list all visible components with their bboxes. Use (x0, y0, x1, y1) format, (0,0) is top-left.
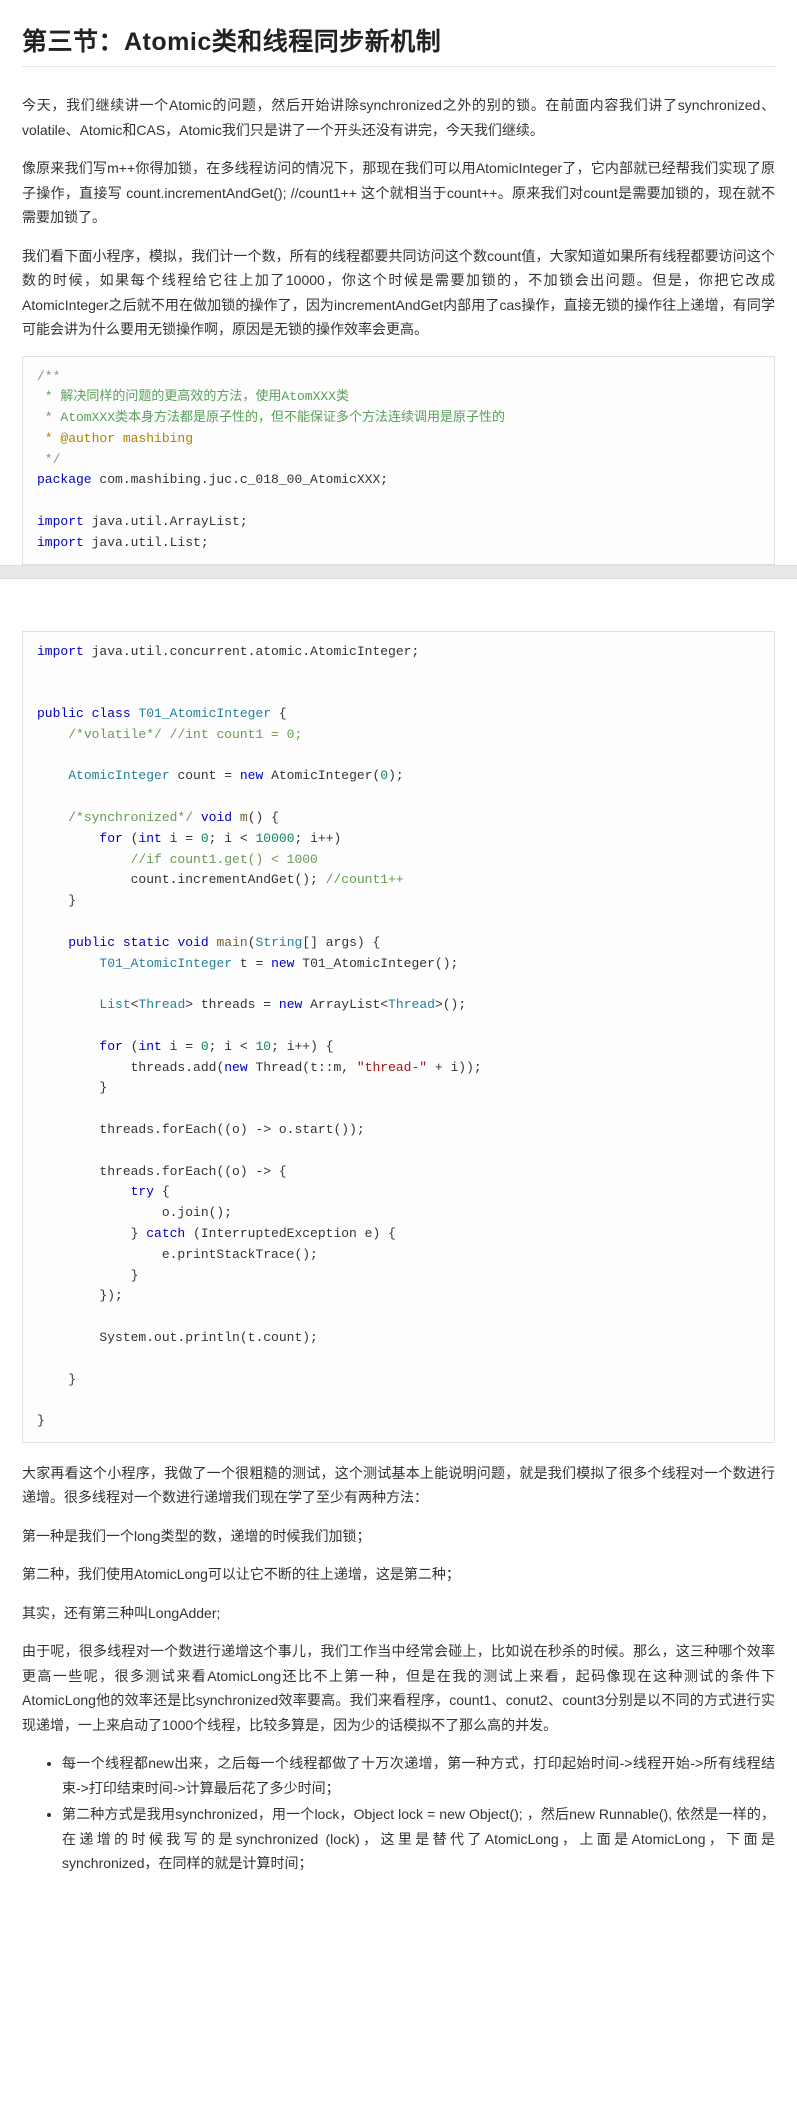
paragraph: 我们看下面小程序，模拟，我们计一个数，所有的线程都要共同访问这个数count值，… (22, 244, 775, 342)
article-section-2: import java.util.concurrent.atomic.Atomi… (0, 593, 797, 1876)
article-section-1: 第三节：Atomic类和线程同步新机制 今天，我们继续讲一个Atomic的问题，… (0, 0, 797, 565)
code-block-1: /** * 解决同样的问题的更高效的方法，使用AtomXXX类 * AtomXX… (22, 356, 775, 565)
paragraph: 其实，还有第三种叫LongAdder; (22, 1601, 775, 1626)
code-content: import java.util.concurrent.atomic.Atomi… (37, 642, 760, 1432)
code-content: /** * 解决同样的问题的更高效的方法，使用AtomXXX类 * AtomXX… (37, 367, 760, 554)
paragraph: 第二种，我们使用AtomicLong可以让它不断的往上递增，这是第二种； (22, 1562, 775, 1587)
page-title: 第三节：Atomic类和线程同步新机制 (22, 22, 775, 67)
paragraph: 第一种是我们一个long类型的数，递增的时候我们加锁； (22, 1524, 775, 1549)
paragraph: 大家再看这个小程序，我做了一个很粗糙的测试，这个测试基本上能说明问题，就是我们模… (22, 1461, 775, 1510)
paragraph: 像原来我们写m++你得加锁，在多线程访问的情况下，那现在我们可以用AtomicI… (22, 156, 775, 230)
section-divider (0, 565, 797, 579)
list-item: 第二种方式是我用synchronized，用一个lock，Object lock… (62, 1802, 775, 1876)
paragraph: 今天，我们继续讲一个Atomic的问题，然后开始讲除synchronized之外… (22, 93, 775, 142)
bullet-list: 每一个线程都new出来，之后每一个线程都做了十万次递增，第一种方式，打印起始时间… (22, 1751, 775, 1876)
paragraph: 由于呢，很多线程对一个数进行递增这个事儿，我们工作当中经常会碰上，比如说在秒杀的… (22, 1639, 775, 1737)
code-block-2: import java.util.concurrent.atomic.Atomi… (22, 631, 775, 1443)
list-item: 每一个线程都new出来，之后每一个线程都做了十万次递增，第一种方式，打印起始时间… (62, 1751, 775, 1800)
